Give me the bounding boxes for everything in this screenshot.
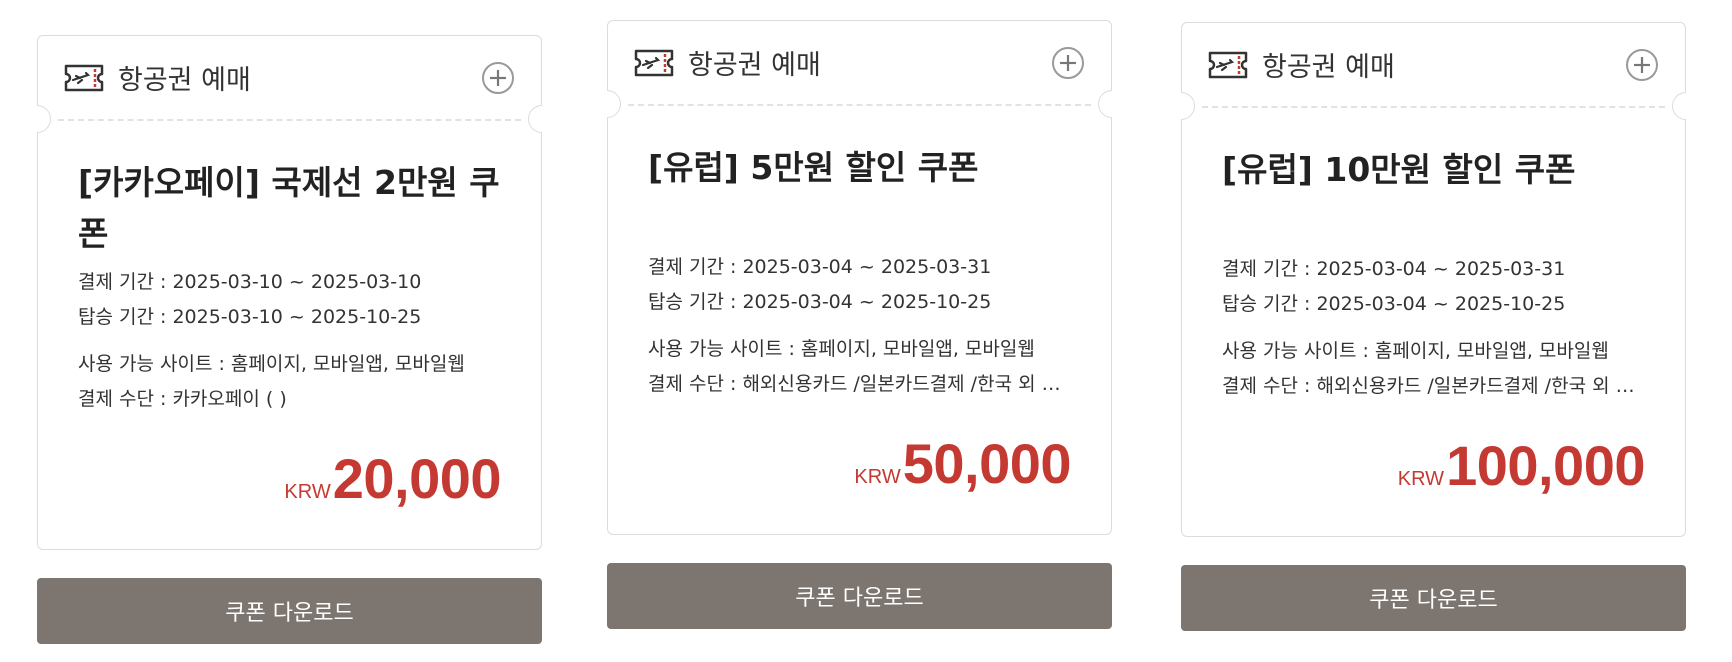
- coupon-category: 항공권 예매: [688, 50, 821, 81]
- payment-method: 결제 수단 : 해외신용카드 /일본카드결제 /한국 외 발급 카드: [648, 373, 1071, 395]
- coupon-item: 항공권 예매 [유럽] 5만원 할인 쿠폰 결제 기간 : 2025-03-04…: [607, 20, 1112, 629]
- discount-amount: 100,000: [1446, 434, 1645, 497]
- coupon-title: [유럽] 5만원 할인 쿠폰: [648, 148, 979, 187]
- airplane-ticket-icon: [64, 64, 104, 92]
- coupon-card: 항공권 예매 [유럽] 5만원 할인 쿠폰 결제 기간 : 2025-03-04…: [607, 20, 1112, 535]
- coupon-item: 항공권 예매 [유럽] 10만원 할인 쿠폰 결제 기간 : 2025-03-0…: [1181, 22, 1686, 631]
- coupon-category: 항공권 예매: [118, 65, 251, 96]
- coupon-download-button[interactable]: 쿠폰 다운로드: [607, 563, 1112, 629]
- boarding-period: 탑승 기간 : 2025-03-04 ~ 2025-10-25: [648, 291, 992, 313]
- coupon-download-button[interactable]: 쿠폰 다운로드: [1181, 565, 1686, 631]
- payment-period: 결제 기간 : 2025-03-10 ~ 2025-03-10: [78, 271, 422, 293]
- ticket-notch: [1181, 92, 1195, 120]
- airplane-ticket-icon: [634, 49, 674, 77]
- coupon-title: [유럽] 10만원 할인 쿠폰: [1222, 150, 1576, 189]
- coupon-price: KRW 100,000: [1397, 433, 1646, 498]
- available-sites: 사용 가능 사이트 : 홈페이지, 모바일앱, 모바일웹: [78, 353, 465, 375]
- coupon-price: KRW 20,000: [284, 446, 501, 511]
- coupon-category: 항공권 예매: [1262, 52, 1395, 83]
- ticket-notch: [1672, 92, 1686, 120]
- payment-method: 결제 수단 : 카카오페이 ( ): [78, 388, 287, 410]
- expand-plus-icon[interactable]: [1051, 46, 1085, 80]
- coupon-card-header: 항공권 예매: [1182, 23, 1685, 106]
- currency-label: KRW: [1397, 468, 1445, 490]
- discount-amount: 20,000: [332, 447, 502, 510]
- boarding-period: 탑승 기간 : 2025-03-10 ~ 2025-10-25: [78, 306, 422, 328]
- available-sites: 사용 가능 사이트 : 홈페이지, 모바일앱, 모바일웹: [1222, 340, 1609, 362]
- available-sites: 사용 가능 사이트 : 홈페이지, 모바일앱, 모바일웹: [648, 338, 1035, 360]
- dashed-divider: [628, 104, 1091, 106]
- discount-amount: 50,000: [902, 432, 1072, 495]
- coupon-download-button[interactable]: 쿠폰 다운로드: [37, 578, 542, 644]
- coupon-item: 항공권 예매 [카카오페이] 국제선 2만원 쿠폰 결제 기간 : 2025-0…: [37, 35, 542, 644]
- currency-label: KRW: [284, 481, 331, 503]
- dashed-divider: [1202, 106, 1665, 108]
- coupon-card-header: 항공권 예매: [608, 21, 1111, 104]
- coupon-card: 항공권 예매 [유럽] 10만원 할인 쿠폰 결제 기간 : 2025-03-0…: [1181, 22, 1686, 537]
- ticket-notch: [528, 105, 542, 133]
- ticket-notch: [607, 90, 621, 118]
- dashed-divider: [58, 119, 521, 121]
- coupon-price: KRW 50,000: [854, 431, 1071, 496]
- coupon-card-header: 항공권 예매: [38, 36, 541, 119]
- expand-plus-icon[interactable]: [1625, 48, 1659, 82]
- ticket-notch: [37, 105, 51, 133]
- coupon-card: 항공권 예매 [카카오페이] 국제선 2만원 쿠폰 결제 기간 : 2025-0…: [37, 35, 542, 550]
- coupon-list: 항공권 예매 [카카오페이] 국제선 2만원 쿠폰 결제 기간 : 2025-0…: [0, 0, 1732, 662]
- coupon-title: [카카오페이] 국제선 2만원 쿠폰: [78, 163, 500, 253]
- payment-method: 결제 수단 : 해외신용카드 /일본카드결제 /한국 외 발급 카드: [1222, 375, 1645, 397]
- currency-label: KRW: [854, 466, 901, 488]
- boarding-period: 탑승 기간 : 2025-03-04 ~ 2025-10-25: [1222, 293, 1566, 315]
- payment-period: 결제 기간 : 2025-03-04 ~ 2025-03-31: [1222, 258, 1566, 280]
- payment-period: 결제 기간 : 2025-03-04 ~ 2025-03-31: [648, 256, 992, 278]
- airplane-ticket-icon: [1208, 51, 1248, 79]
- expand-plus-icon[interactable]: [481, 61, 515, 95]
- ticket-notch: [1098, 90, 1112, 118]
